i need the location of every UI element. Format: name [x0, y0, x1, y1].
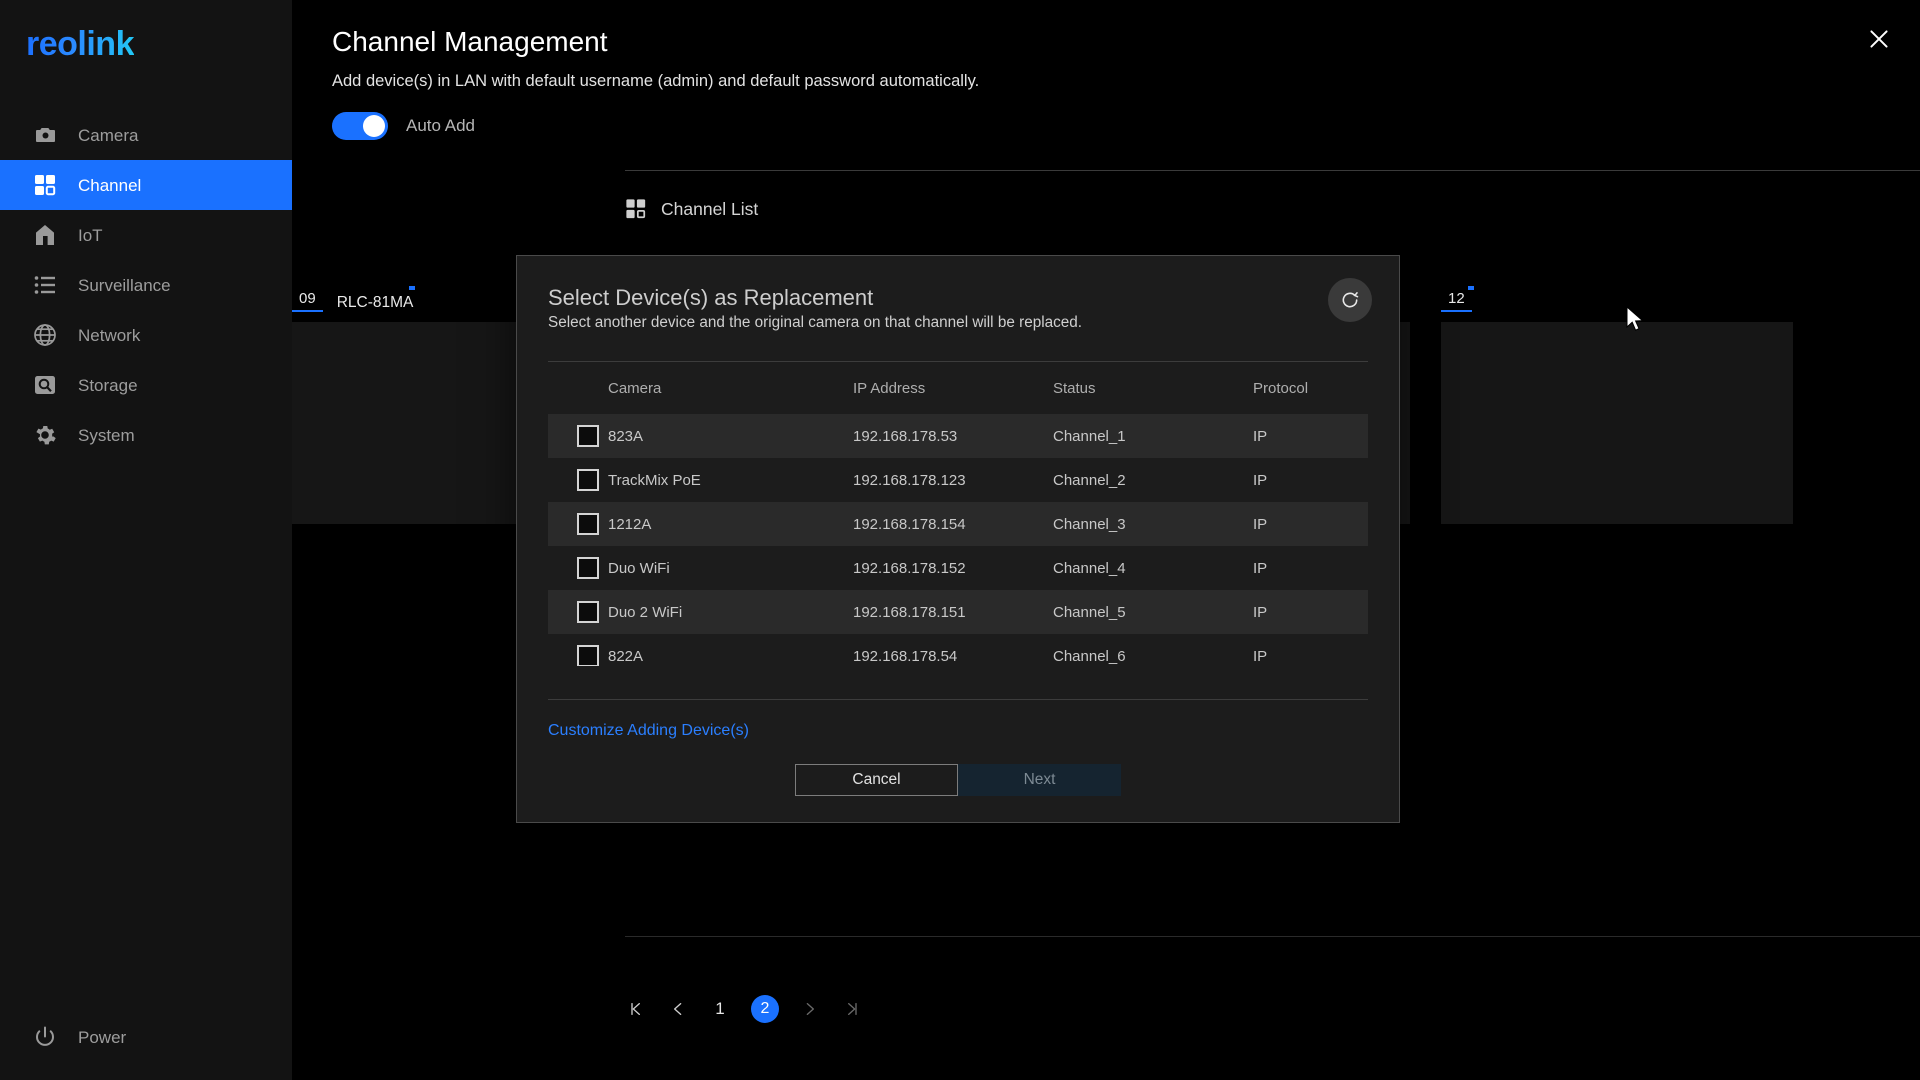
mouse-cursor [1625, 305, 1647, 340]
cell-camera: 1212A [608, 515, 652, 533]
cell-protocol: IP [1253, 647, 1268, 665]
cell-status: Channel_3 [1053, 515, 1126, 533]
device-table: Camera IP Address Status Protocol 823A 1… [548, 361, 1368, 666]
column-header-camera: Camera [608, 379, 662, 397]
cell-camera: 822A [608, 647, 644, 665]
refresh-icon[interactable] [1328, 278, 1372, 322]
cell-ip: 192.168.178.54 [853, 647, 958, 665]
cell-protocol: IP [1253, 427, 1268, 445]
app-root: reolink Camera Channel IoT Surveillance … [0, 0, 1920, 1080]
cell-status: Channel_5 [1053, 603, 1126, 621]
cell-protocol: IP [1253, 559, 1268, 577]
customize-adding-devices-link[interactable]: Customize Adding Device(s) [548, 722, 749, 740]
cell-ip: 192.168.178.154 [853, 515, 966, 533]
cell-ip: 192.168.178.53 [853, 427, 958, 445]
cell-ip: 192.168.178.152 [853, 559, 966, 577]
row-checkbox[interactable] [577, 513, 599, 535]
row-checkbox[interactable] [577, 601, 599, 623]
dialog-description: Select another device and the original c… [548, 314, 1083, 331]
cell-protocol: IP [1253, 515, 1268, 533]
column-header-ip: IP Address [853, 379, 926, 397]
cell-ip: 192.168.178.151 [853, 603, 966, 621]
cell-status: Channel_1 [1053, 427, 1126, 445]
table-row[interactable]: Duo 2 WiFi 192.168.178.151 Channel_5 IP [548, 590, 1368, 634]
table-body: 823A 192.168.178.53 Channel_1 IP TrackMi… [548, 414, 1368, 666]
cell-protocol: IP [1253, 603, 1268, 621]
table-row[interactable]: TrackMix PoE 192.168.178.123 Channel_2 I… [548, 458, 1368, 502]
row-checkbox[interactable] [577, 645, 599, 666]
row-checkbox[interactable] [577, 425, 599, 447]
row-checkbox[interactable] [577, 469, 599, 491]
cancel-button[interactable]: Cancel [795, 764, 958, 796]
select-device-dialog: Select Device(s) as Replacement Select a… [516, 255, 1400, 823]
column-header-status: Status [1053, 379, 1096, 397]
modal-overlay: Select Device(s) as Replacement Select a… [0, 0, 1920, 1080]
cell-camera: Duo 2 WiFi [608, 603, 683, 621]
cell-protocol: IP [1253, 471, 1268, 489]
cell-status: Channel_2 [1053, 471, 1126, 489]
next-button[interactable]: Next [958, 764, 1121, 796]
footer-separator [548, 699, 1368, 700]
table-header-row: Camera IP Address Status Protocol [548, 362, 1368, 414]
row-checkbox[interactable] [577, 557, 599, 579]
table-row[interactable]: 1212A 192.168.178.154 Channel_3 IP [548, 502, 1368, 546]
cell-camera: TrackMix PoE [608, 471, 701, 489]
table-row[interactable]: 822A 192.168.178.54 Channel_6 IP [548, 634, 1368, 666]
column-header-protocol: Protocol [1253, 379, 1309, 397]
dialog-footer: Customize Adding Device(s) Cancel Next [517, 699, 1399, 822]
cell-status: Channel_6 [1053, 647, 1126, 665]
dialog-buttons: Cancel Next [517, 764, 1399, 822]
cell-camera: 823A [608, 427, 644, 445]
dialog-header: Select Device(s) as Replacement Select a… [517, 256, 1399, 332]
table-row[interactable]: 823A 192.168.178.53 Channel_1 IP [548, 414, 1368, 458]
cell-camera: Duo WiFi [608, 559, 670, 577]
table-row[interactable]: Duo WiFi 192.168.178.152 Channel_4 IP [548, 546, 1368, 590]
dialog-title: Select Device(s) as Replacement [548, 285, 874, 310]
cell-ip: 192.168.178.123 [853, 471, 966, 489]
cell-status: Channel_4 [1053, 559, 1126, 577]
